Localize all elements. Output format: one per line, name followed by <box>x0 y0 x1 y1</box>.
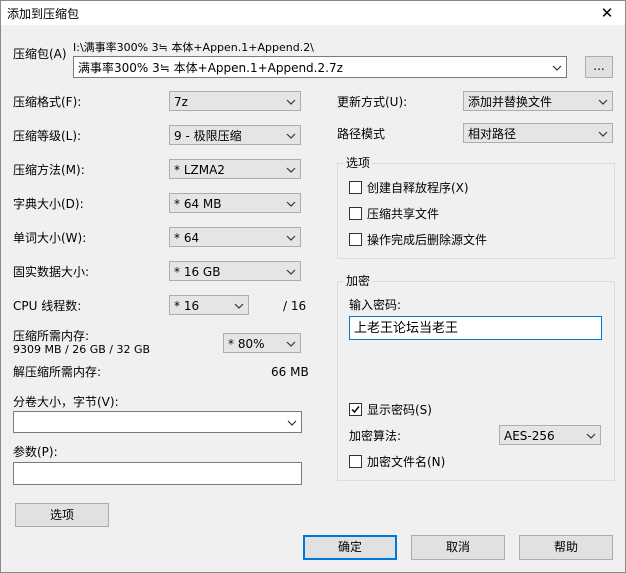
window-title: 添加到压缩包 <box>7 7 80 21</box>
dict-value: * 64 MB <box>174 197 222 211</box>
encrypt-names-checkbox[interactable] <box>349 455 362 468</box>
split-combo[interactable] <box>13 411 302 433</box>
encrypt-method-combo[interactable]: AES-256 <box>499 425 601 445</box>
update-label: 更新方式(U): <box>337 95 408 109</box>
dict-label: 字典大小(D): <box>13 197 84 211</box>
help-button[interactable]: 帮助 <box>519 535 613 560</box>
ok-button[interactable]: 确定 <box>303 535 397 560</box>
browse-button[interactable]: ... <box>585 56 613 78</box>
options-group-title: 选项 <box>344 156 373 170</box>
cpu-value: * 16 <box>174 299 200 313</box>
method-combo[interactable]: * LZMA2 <box>169 159 301 179</box>
cancel-button[interactable]: 取消 <box>411 535 505 560</box>
cpu-label: CPU 线程数: <box>13 299 82 313</box>
archive-label: 压缩包(A) <box>13 47 67 61</box>
close-icon[interactable]: ✕ <box>589 1 625 25</box>
update-value: 添加并替换文件 <box>468 95 553 109</box>
mem-detail: 9309 MB / 26 GB / 32 GB <box>13 343 151 356</box>
split-label: 分卷大小，字节(V): <box>13 395 119 409</box>
format-label: 压缩格式(F): <box>13 95 82 109</box>
encrypt-names-label: 加密文件名(N) <box>367 455 446 469</box>
add-to-archive-dialog: 添加到压缩包 ✕ 压缩包(A) I:\满事率300% 3≒ 本体+Appen.1… <box>0 0 626 573</box>
chevron-down-icon <box>586 433 596 439</box>
chevron-down-icon <box>598 131 608 137</box>
chevron-down-icon <box>552 65 562 71</box>
encrypt-method-value: AES-256 <box>504 429 555 443</box>
decomp-value: 66 MB <box>271 365 309 379</box>
path-mode-value: 相对路径 <box>468 127 517 141</box>
password-label: 输入密码: <box>349 298 402 312</box>
mem-value: * 80% <box>228 337 265 351</box>
mem-label: 压缩所需内存: <box>13 329 90 343</box>
method-value: * LZMA2 <box>174 163 225 177</box>
chevron-down-icon <box>286 133 296 139</box>
shared-label: 压缩共享文件 <box>367 207 440 221</box>
decomp-label: 解压缩所需内存: <box>13 365 102 379</box>
options-button[interactable]: 选项 <box>15 503 109 527</box>
method-label: 压缩方法(M): <box>13 163 85 177</box>
path-mode-label: 路径模式 <box>337 127 386 141</box>
chevron-down-icon <box>286 269 296 275</box>
path-mode-combo[interactable]: 相对路径 <box>463 123 613 143</box>
cpu-max: / 16 <box>283 299 307 313</box>
solid-label: 固实数据大小: <box>13 265 90 279</box>
mem-combo[interactable]: * 80% <box>223 333 301 353</box>
level-value: 9 - 极限压缩 <box>174 129 242 143</box>
chevron-down-icon <box>286 341 296 347</box>
encrypt-method-label: 加密算法: <box>349 429 402 443</box>
chevron-down-icon <box>286 99 296 105</box>
checkmark-icon <box>351 406 360 414</box>
dict-combo[interactable]: * 64 MB <box>169 193 301 213</box>
solid-value: * 16 GB <box>174 265 221 279</box>
params-label: 参数(P): <box>13 445 58 459</box>
sfx-checkbox[interactable] <box>349 181 362 194</box>
chevron-down-icon <box>598 99 608 105</box>
show-password-label: 显示密码(S) <box>367 403 432 417</box>
title-bar: 添加到压缩包 ✕ <box>1 1 625 25</box>
delete-checkbox[interactable] <box>349 233 362 246</box>
format-value: 7z <box>174 95 188 109</box>
archive-name-value: 满事率300% 3≒ 本体+Appen.1+Append.2.7z <box>78 61 343 75</box>
chevron-down-icon <box>287 420 297 426</box>
solid-combo[interactable]: * 16 GB <box>169 261 301 281</box>
sfx-label: 创建自释放程序(X) <box>367 181 469 195</box>
word-value: * 64 <box>174 231 200 245</box>
level-combo[interactable]: 9 - 极限压缩 <box>169 125 301 145</box>
params-input[interactable] <box>13 462 302 485</box>
chevron-down-icon <box>286 167 296 173</box>
password-input[interactable]: 上老王论坛当老王 <box>349 316 602 340</box>
format-combo[interactable]: 7z <box>169 91 301 111</box>
archive-path-text: I:\满事率300% 3≒ 本体+Appen.1+Append.2\ <box>73 41 314 54</box>
shared-checkbox[interactable] <box>349 207 362 220</box>
chevron-down-icon <box>234 303 244 309</box>
cpu-combo[interactable]: * 16 <box>169 295 249 315</box>
level-label: 压缩等级(L): <box>13 129 82 143</box>
encryption-group-title: 加密 <box>344 274 373 288</box>
delete-label: 操作完成后删除源文件 <box>367 233 488 247</box>
archive-name-combo[interactable]: 满事率300% 3≒ 本体+Appen.1+Append.2.7z <box>73 56 567 78</box>
chevron-down-icon <box>286 235 296 241</box>
password-value: 上老王论坛当老王 <box>354 321 459 336</box>
word-combo[interactable]: * 64 <box>169 227 301 247</box>
update-combo[interactable]: 添加并替换文件 <box>463 91 613 111</box>
chevron-down-icon <box>286 201 296 207</box>
show-password-checkbox[interactable] <box>349 403 362 416</box>
word-label: 单词大小(W): <box>13 231 87 245</box>
